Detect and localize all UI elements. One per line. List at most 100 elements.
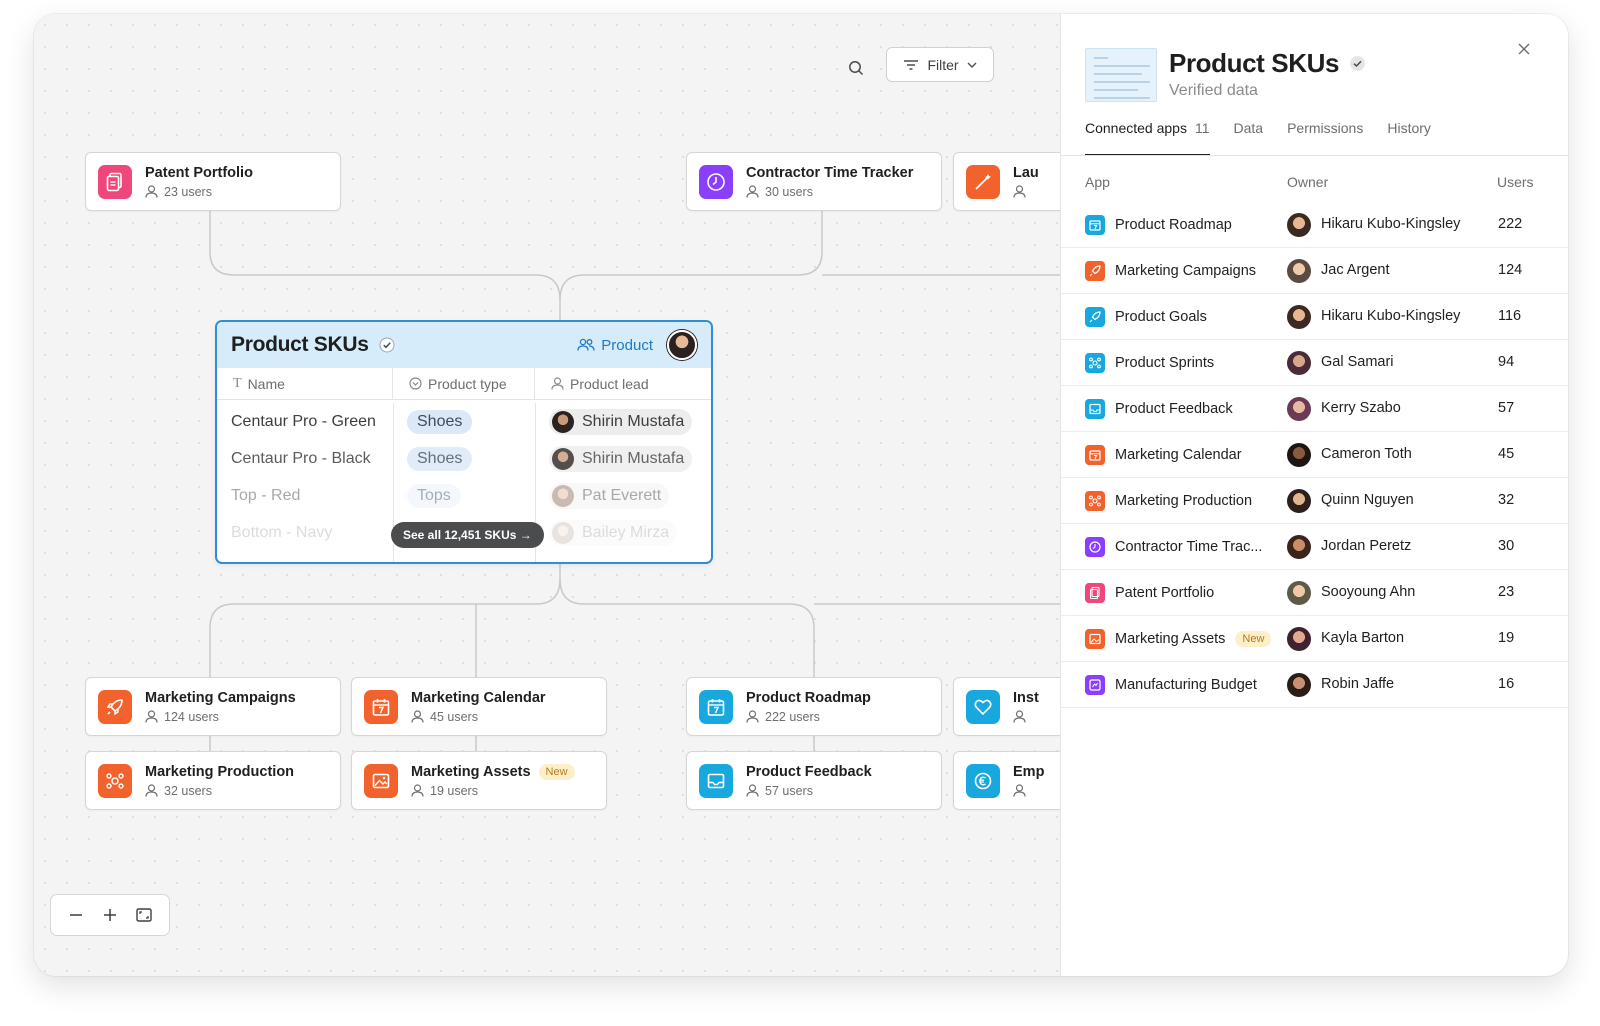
owner-avatar [1287, 397, 1311, 421]
table-row[interactable]: Product Feedback Kerry Szabo 57 [1061, 386, 1568, 432]
owner-avatar [1287, 259, 1311, 283]
new-badge: New [1235, 631, 1272, 647]
node-insights[interactable]: Inst [953, 677, 1060, 736]
node-patent-portfolio[interactable]: Patent Portfolio 23 users [85, 152, 341, 211]
app-name[interactable]: Marketing Assets New [1115, 631, 1272, 647]
product-skus-card[interactable]: Product SKUs Product T Name Product type [215, 320, 713, 564]
node-title: Product Roadmap [746, 689, 871, 706]
zoom-in-button[interactable] [98, 903, 122, 927]
node-employee[interactable]: Emp [953, 751, 1060, 810]
node-users: 19 users [430, 783, 478, 798]
users-count: 94 [1498, 354, 1515, 370]
owner-avatar [667, 330, 697, 360]
node-marketing-campaigns[interactable]: Marketing Campaigns 124 users [85, 677, 341, 736]
fit-to-screen-button[interactable] [132, 903, 156, 927]
see-all-skus-button[interactable]: See all 12,451 SKUs → [391, 522, 544, 548]
rocket-icon [98, 689, 132, 724]
graph-canvas[interactable]: Filter Patent Portfolio 23 users Contrac… [34, 14, 1060, 976]
owner-name: Jac Argent [1321, 262, 1390, 278]
app-name[interactable]: Product Feedback [1115, 401, 1233, 417]
panel-tabs: Connected apps 11 Data Permissions Histor… [1085, 120, 1568, 156]
close-button[interactable] [1517, 42, 1535, 60]
app-name[interactable]: Marketing Production [1115, 493, 1252, 509]
tab-connected-apps[interactable]: Connected apps 11 [1085, 120, 1210, 156]
cell-name: Centaur Pro - Black [231, 449, 371, 467]
sku-rows: Centaur Pro - Green Shoes Shirin Mustafa… [217, 403, 711, 562]
owner-name: Robin Jaffe [1321, 676, 1395, 692]
table-row[interactable]: Marketing Production Quinn Nguyen 32 [1061, 478, 1568, 524]
app-name[interactable]: Marketing Calendar [1115, 447, 1242, 463]
app-name[interactable]: Patent Portfolio [1115, 585, 1214, 601]
image-icon [1085, 629, 1105, 649]
table-row[interactable]: Contractor Time Trac... Jordan Peretz 30 [1061, 524, 1568, 570]
select-type-icon [409, 377, 422, 390]
rocket-icon [1085, 307, 1105, 327]
zoom-out-button[interactable] [64, 903, 88, 927]
table-row[interactable]: Manufacturing Budget Robin Jaffe 16 [1061, 662, 1568, 708]
app-name[interactable]: Product Roadmap [1115, 217, 1232, 233]
node-marketing-production[interactable]: Marketing Production 32 users [85, 751, 341, 810]
column-owner: Owner [1287, 174, 1329, 190]
app-name[interactable]: Manufacturing Budget [1115, 677, 1257, 693]
node-marketing-assets[interactable]: Marketing Assets New 19 users [351, 751, 607, 810]
user-icon [1013, 784, 1026, 797]
filter-button[interactable]: Filter [886, 47, 994, 82]
calendar-icon [699, 689, 733, 724]
node-product-feedback[interactable]: Product Feedback 57 users [686, 751, 942, 810]
owner-avatar [1287, 213, 1311, 237]
filter-label: Filter [927, 56, 959, 73]
table-row[interactable]: Centaur Pro - Green Shoes Shirin Mustafa [217, 403, 711, 440]
clock-icon [699, 164, 733, 199]
tab-permissions[interactable]: Permissions [1287, 120, 1363, 156]
team-tag[interactable]: Product [577, 330, 697, 360]
apps-table-header: App Owner Users [1085, 172, 1561, 194]
table-row[interactable]: Product Roadmap Hikaru Kubo-Kingsley 222 [1061, 202, 1568, 248]
owner-avatar [1287, 627, 1311, 651]
users-count: 57 [1498, 400, 1515, 416]
table-row[interactable]: Marketing Assets New Kayla Barton 19 [1061, 616, 1568, 662]
avatar [552, 410, 574, 433]
owner-avatar [1287, 443, 1311, 467]
user-icon [746, 784, 759, 797]
app-name[interactable]: Marketing Campaigns [1115, 263, 1256, 279]
app-name[interactable]: Contractor Time Trac... [1115, 539, 1262, 555]
table-row[interactable]: Product Sprints Gal Samari 94 [1061, 340, 1568, 386]
table-row[interactable]: Marketing Calendar Cameron Toth 45 [1061, 432, 1568, 478]
zoom-controls [50, 894, 170, 936]
table-row[interactable]: Marketing Campaigns Jac Argent 124 [1061, 248, 1568, 294]
tab-history[interactable]: History [1387, 120, 1431, 156]
user-icon [1013, 710, 1026, 723]
table-row[interactable]: Product Goals Hikaru Kubo-Kingsley 116 [1061, 294, 1568, 340]
team-icon [577, 338, 595, 351]
node-launch[interactable]: Lau [953, 152, 1060, 211]
calendar-icon [1085, 215, 1105, 235]
app-name[interactable]: Product Sprints [1115, 355, 1214, 371]
table-row[interactable]: Centaur Pro - Black Shoes Shirin Mustafa [217, 440, 711, 477]
owner-name: Sooyoung Ahn [1321, 584, 1416, 600]
node-product-roadmap[interactable]: Product Roadmap 222 users [686, 677, 942, 736]
node-title: Emp [1013, 764, 1045, 780]
type-pill: Tops [407, 483, 461, 508]
apps-table: Product Roadmap Hikaru Kubo-Kingsley 222 Ma… [1061, 202, 1568, 708]
node-title: Marketing Campaigns [145, 689, 296, 706]
node-contractor-time-tracker[interactable]: Contractor Time Tracker 30 users [686, 152, 942, 211]
sku-card-header: Product SKUs Product [217, 322, 711, 368]
users-count: 30 [1498, 538, 1515, 554]
table-row[interactable]: Top - Red Tops Pat Everett [217, 477, 711, 514]
node-title: Marketing Assets New [411, 763, 575, 780]
tab-data[interactable]: Data [1234, 120, 1264, 156]
inbox-icon [699, 763, 733, 798]
table-row[interactable]: Patent Portfolio Sooyoung Ahn 23 [1061, 570, 1568, 616]
node-title: Product Feedback [746, 763, 872, 780]
search-button[interactable] [842, 54, 870, 82]
minus-icon [70, 914, 82, 916]
tabs-divider [1061, 155, 1568, 156]
cell-name: Top - Red [231, 486, 301, 504]
user-icon [1013, 185, 1026, 198]
users-count: 23 [1498, 584, 1515, 600]
node-marketing-calendar[interactable]: Marketing Calendar 45 users [351, 677, 607, 736]
search-icon [849, 61, 864, 76]
app-name[interactable]: Product Goals [1115, 309, 1207, 325]
owner-name: Hikaru Kubo-Kingsley [1321, 308, 1461, 324]
owner-name: Cameron Toth [1321, 446, 1412, 462]
